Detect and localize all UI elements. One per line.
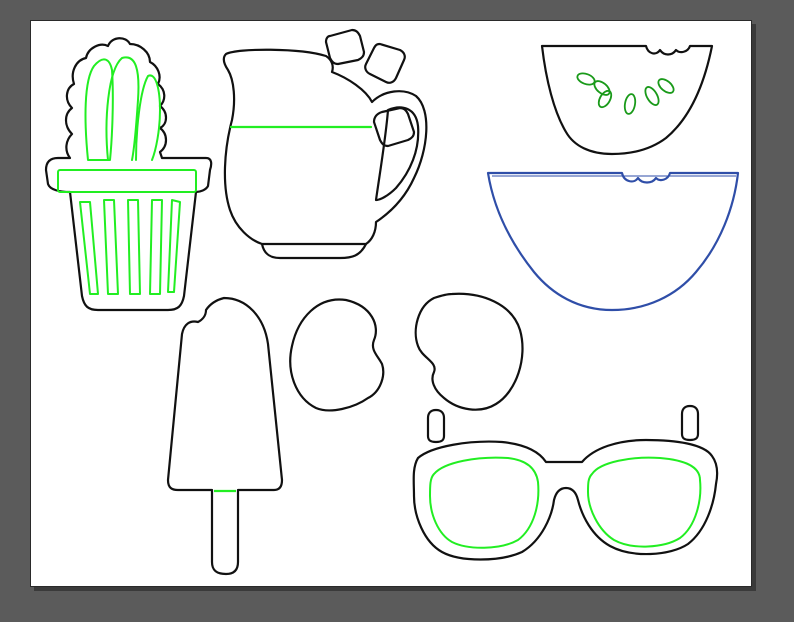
ice-cube-3[interactable] bbox=[372, 106, 416, 148]
sunglasses[interactable] bbox=[412, 404, 719, 561]
popsicle-outline[interactable] bbox=[166, 296, 284, 576]
kidney-bean-right[interactable] bbox=[414, 292, 524, 411]
watermelon-bottom-outline[interactable] bbox=[486, 171, 740, 312]
sunglasses-earpiece-left[interactable] bbox=[426, 408, 446, 444]
design-canvas[interactable] bbox=[0, 0, 794, 622]
pot-stripe-4 bbox=[149, 199, 163, 295]
ice-cube-2[interactable] bbox=[364, 42, 406, 84]
lens-left-score bbox=[429, 456, 540, 549]
cactus-arm-score bbox=[84, 58, 114, 161]
sunglasses-earpiece-right[interactable] bbox=[680, 404, 700, 442]
watermelon-seeds bbox=[576, 72, 675, 115]
pitcher-outline[interactable] bbox=[222, 48, 428, 260]
ice-cubes[interactable] bbox=[324, 28, 416, 148]
cactus-in-pot[interactable] bbox=[44, 37, 213, 312]
cactus-right-score bbox=[135, 74, 161, 161]
pot-stripe-1 bbox=[79, 201, 99, 295]
ice-cube-1[interactable] bbox=[324, 28, 366, 66]
lens-right-score bbox=[587, 456, 702, 548]
pot-stripe-3 bbox=[127, 199, 141, 295]
pot-stripe-5 bbox=[167, 199, 181, 293]
popsicle[interactable] bbox=[166, 296, 284, 576]
pot-rim-score bbox=[57, 169, 197, 193]
watermelon-slice-top[interactable] bbox=[540, 44, 714, 156]
kidney-bean-left[interactable] bbox=[289, 298, 385, 412]
pot-stripe-2 bbox=[103, 199, 119, 295]
pitcher-of-lemonade[interactable] bbox=[222, 48, 428, 260]
kidney-beans[interactable] bbox=[289, 292, 524, 412]
watermelon-top-outline[interactable] bbox=[540, 44, 714, 156]
watermelon-slice-bottom[interactable] bbox=[486, 171, 740, 312]
